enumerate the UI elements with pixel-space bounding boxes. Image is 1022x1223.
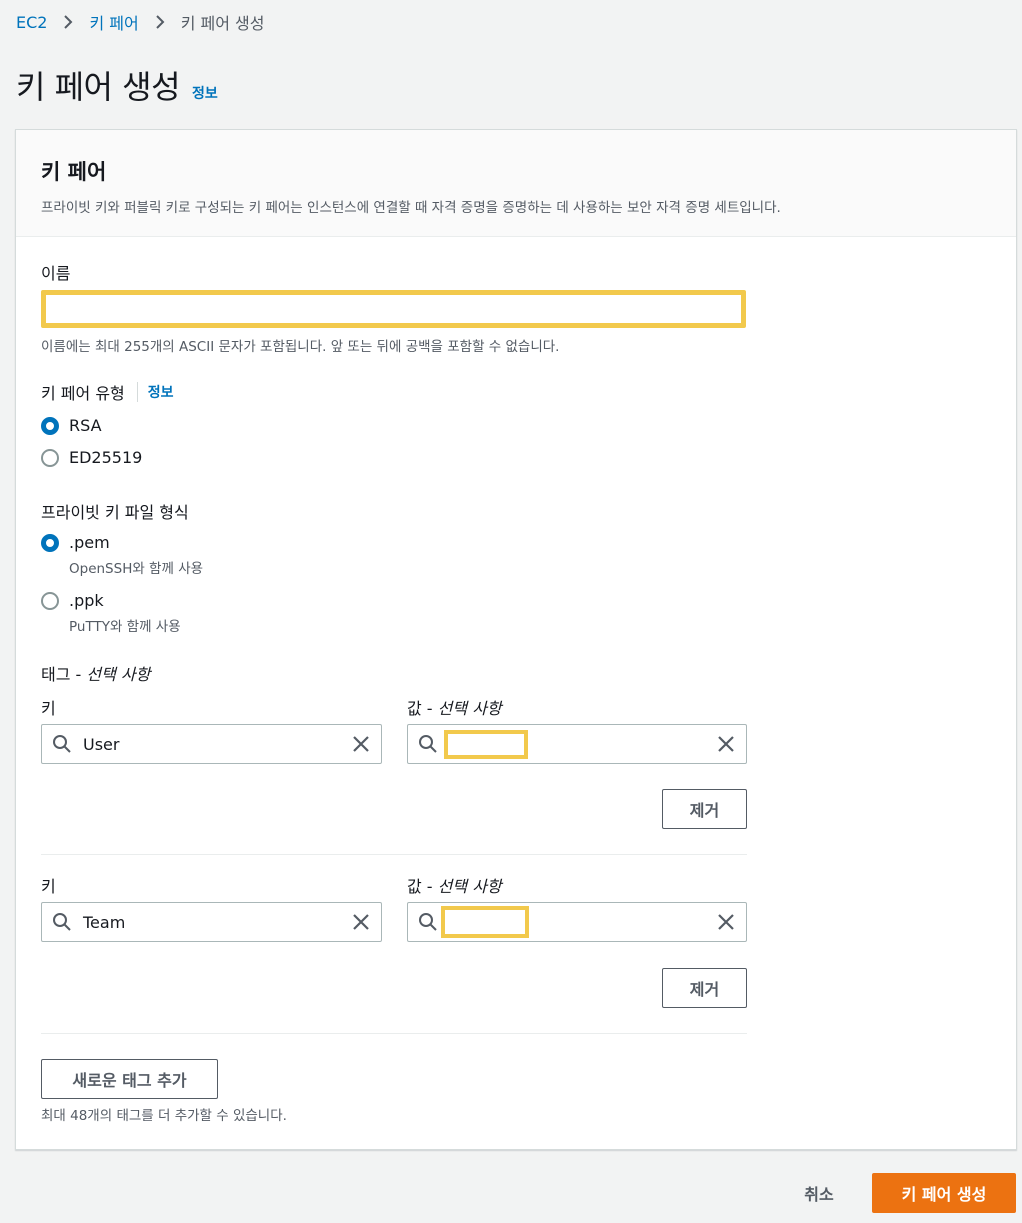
- add-tag-hint: 최대 48개의 태그를 더 추가할 수 있습니다.: [41, 1108, 287, 1124]
- breadcrumb-current: 키 페어 생성: [180, 14, 265, 33]
- radio-ppk-description: PuTTY와 함께 사용: [69, 619, 181, 635]
- tag-key-value[interactable]: Team: [83, 913, 350, 932]
- search-icon: [52, 912, 72, 932]
- tags-title-prefix: 태그 -: [41, 665, 87, 684]
- tags-title-optional: 선택 사항: [86, 665, 151, 684]
- tag-value-label: 값 - 선택 사항: [407, 877, 502, 896]
- redaction-box: [441, 906, 529, 938]
- search-icon: [418, 912, 438, 932]
- tag-key-input[interactable]: Team: [41, 902, 382, 942]
- tag-row-divider: [41, 854, 747, 855]
- remove-tag-button[interactable]: 제거: [662, 789, 747, 829]
- radio-selected-icon[interactable]: [41, 417, 59, 435]
- radio-ppk[interactable]: .ppk PuTTY와 함께 사용: [41, 591, 181, 635]
- key-pair-panel: 키 페어 프라이빗 키와 퍼블릭 키로 구성되는 키 페어는 인스턴스에 연결할…: [15, 129, 1017, 1150]
- name-input-wrapper: [41, 290, 746, 328]
- remove-tag-button[interactable]: 제거: [662, 968, 747, 1008]
- tag-key-label: 키: [41, 877, 56, 896]
- radio-pem-description: OpenSSH와 함께 사용: [69, 561, 204, 577]
- panel-description: 프라이빗 키와 퍼블릭 키로 구성되는 키 페어는 인스턴스에 연결할 때 자격…: [41, 200, 781, 216]
- close-icon[interactable]: [715, 911, 737, 933]
- tag-key-value[interactable]: User: [83, 735, 350, 754]
- radio-ed25519[interactable]: ED25519: [41, 448, 142, 468]
- breadcrumb: EC2 키 페어 키 페어 생성: [16, 10, 265, 34]
- radio-unselected-icon[interactable]: [41, 449, 59, 467]
- create-key-pair-button[interactable]: 키 페어 생성: [872, 1173, 1016, 1213]
- close-icon[interactable]: [350, 733, 372, 755]
- search-icon: [52, 734, 72, 754]
- tag-row-divider: [41, 1033, 747, 1034]
- chevron-right-icon: [149, 14, 171, 30]
- page-info-link[interactable]: 정보: [192, 83, 218, 103]
- page-title: 키 페어 생성: [16, 68, 181, 106]
- page-header: 키 페어 생성 정보: [16, 62, 218, 108]
- radio-ed25519-label: ED25519: [69, 448, 143, 467]
- tag-value-label: 값 - 선택 사항: [407, 699, 502, 718]
- radio-selected-icon[interactable]: [41, 534, 59, 552]
- close-icon[interactable]: [350, 911, 372, 933]
- radio-pem[interactable]: .pem OpenSSH와 함께 사용: [41, 533, 203, 577]
- close-icon[interactable]: [715, 733, 737, 755]
- radio-rsa[interactable]: RSA: [41, 416, 102, 436]
- key-pair-type-label: 키 페어 유형: [41, 384, 125, 403]
- private-key-format-label: 프라이빗 키 파일 형식: [41, 503, 189, 522]
- radio-unselected-icon[interactable]: [41, 592, 59, 610]
- breadcrumb-ec2[interactable]: EC2: [16, 13, 47, 32]
- panel-header: 키 페어 프라이빗 키와 퍼블릭 키로 구성되는 키 페어는 인스턴스에 연결할…: [16, 130, 1016, 237]
- panel-title: 키 페어: [41, 160, 107, 184]
- name-label: 이름: [41, 264, 71, 283]
- key-pair-type-label-row: 키 페어 유형 정보: [41, 380, 174, 404]
- redaction-box: [444, 730, 528, 759]
- radio-rsa-label: RSA: [69, 416, 102, 435]
- name-input[interactable]: [46, 295, 741, 323]
- tag-key-label: 키: [41, 699, 56, 718]
- chevron-right-icon: [57, 14, 79, 30]
- breadcrumb-key-pairs[interactable]: 키 페어: [89, 10, 138, 34]
- search-icon: [418, 734, 438, 754]
- divider: [136, 382, 138, 402]
- cancel-button[interactable]: 취소: [786, 1173, 852, 1213]
- key-pair-type-info-link[interactable]: 정보: [148, 382, 174, 402]
- add-tag-button[interactable]: 새로운 태그 추가: [41, 1059, 218, 1099]
- radio-ppk-label: .ppk: [69, 591, 104, 610]
- name-hint: 이름에는 최대 255개의 ASCII 문자가 포함됩니다. 앞 또는 뒤에 공…: [41, 339, 560, 355]
- tags-title: 태그 - 선택 사항: [41, 661, 150, 685]
- tag-key-input[interactable]: User: [41, 724, 382, 764]
- radio-pem-label: .pem: [69, 533, 110, 552]
